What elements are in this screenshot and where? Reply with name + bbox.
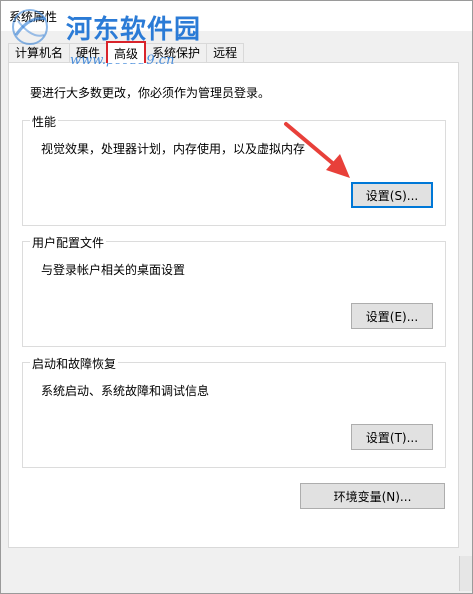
admin-notice: 要进行大多数更改，你必须作为管理员登录。 xyxy=(30,86,271,100)
startup-recovery-group: 启动和故障恢复 系统启动、系统故障和调试信息 设置(T)... xyxy=(22,355,446,468)
user-profiles-description: 与登录帐户相关的桌面设置 xyxy=(41,263,186,277)
watermark-logo-icon xyxy=(12,9,48,45)
system-properties-window: 系统属性 计算机名 硬件 高级 系统保护 远程 要进行大多数更改，你必须作为管理… xyxy=(0,0,473,594)
performance-settings-button[interactable]: 设置(S)... xyxy=(351,182,433,208)
performance-group-title: 性能 xyxy=(30,113,59,130)
performance-group: 性能 视觉效果，处理器计划，内存使用，以及虚拟内存 设置(S)... xyxy=(22,113,446,226)
user-profiles-group: 用户配置文件 与登录帐户相关的桌面设置 设置(E)... xyxy=(22,234,446,347)
tab-advanced[interactable]: 高级 xyxy=(106,41,147,63)
performance-description: 视觉效果，处理器计划，内存使用，以及虚拟内存 xyxy=(41,142,306,156)
user-profiles-group-title: 用户配置文件 xyxy=(30,234,107,251)
startup-recovery-settings-button[interactable]: 设置(T)... xyxy=(351,424,433,450)
environment-variables-button[interactable]: 环境变量(N)... xyxy=(300,483,445,509)
user-profiles-settings-button[interactable]: 设置(E)... xyxy=(351,303,433,329)
advanced-tab-panel: 要进行大多数更改，你必须作为管理员登录。 性能 视觉效果，处理器计划，内存使用，… xyxy=(8,62,459,548)
tab-remote[interactable]: 远程 xyxy=(206,43,245,62)
startup-recovery-description: 系统启动、系统故障和调试信息 xyxy=(41,384,210,398)
resize-grip[interactable] xyxy=(459,556,472,591)
watermark: 河东软件园 www.pc0359.cn xyxy=(8,5,200,68)
startup-recovery-group-title: 启动和故障恢复 xyxy=(30,355,119,372)
